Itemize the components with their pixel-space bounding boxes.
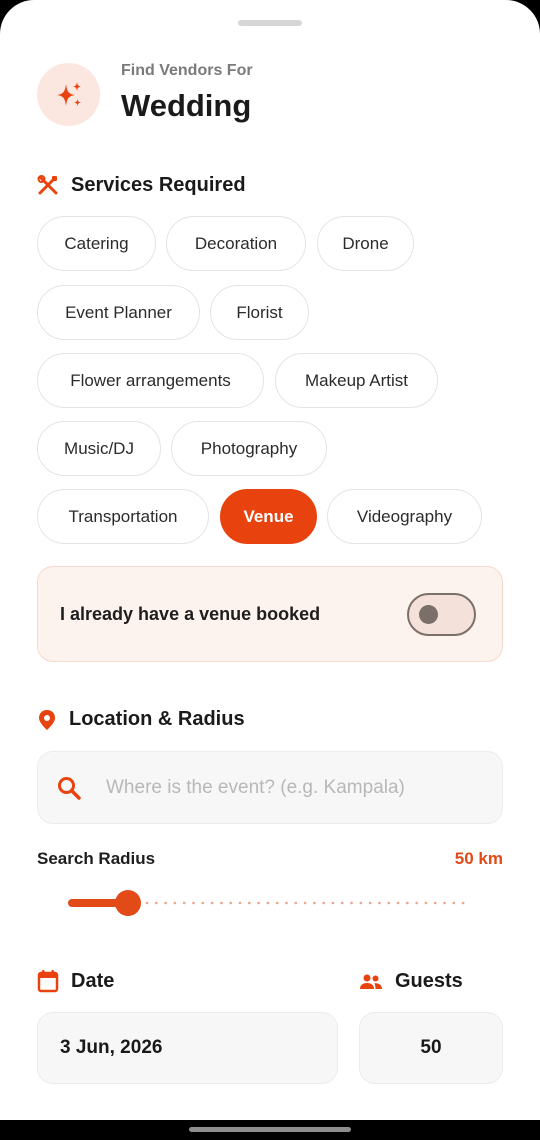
- chip-venue[interactable]: Venue: [220, 489, 317, 544]
- chip-label: Makeup Artist: [305, 370, 408, 390]
- chip-flower-arrangements[interactable]: Flower arrangements: [37, 353, 264, 408]
- chip-decoration[interactable]: Decoration: [166, 216, 306, 271]
- slider-thumb[interactable]: [115, 890, 141, 916]
- chip-photography[interactable]: Photography: [171, 421, 327, 476]
- guests-heading: Guests: [359, 970, 463, 993]
- date-heading-label: Date: [71, 969, 115, 992]
- chip-label: Florist: [236, 302, 283, 322]
- services-heading: Services Required: [37, 174, 246, 197]
- location-search-input[interactable]: [106, 776, 476, 799]
- chip-makeup-artist[interactable]: Makeup Artist: [275, 353, 438, 408]
- tools-icon: [37, 174, 58, 194]
- venue-booked-label: I already have a venue booked: [60, 604, 321, 624]
- guests-field[interactable]: 50: [359, 1012, 503, 1084]
- chip-drone[interactable]: Drone: [317, 216, 414, 271]
- toggle-knob: [419, 605, 438, 624]
- chip-label: Transportation: [68, 506, 178, 526]
- chip-transportation[interactable]: Transportation: [37, 489, 209, 544]
- chip-label: Drone: [342, 233, 389, 253]
- sheet-drag-handle[interactable]: [238, 20, 302, 26]
- venue-booked-card: I already have a venue booked: [37, 566, 503, 662]
- bottom-sheet: Find Vendors For Wedding Services Requir…: [0, 0, 540, 1120]
- chip-label: Catering: [64, 233, 129, 253]
- page-title: Wedding: [121, 88, 252, 123]
- date-heading: Date: [37, 969, 114, 993]
- chip-videography[interactable]: Videography: [327, 489, 482, 544]
- chip-music-dj[interactable]: Music/DJ: [37, 421, 161, 476]
- search-icon: [58, 776, 81, 800]
- chip-label: Venue: [243, 506, 294, 526]
- chip-florist[interactable]: Florist: [210, 285, 309, 340]
- radius-slider[interactable]: [68, 888, 470, 918]
- chip-label: Photography: [200, 438, 298, 458]
- sparkles-icon: [37, 63, 100, 126]
- system-home-indicator[interactable]: [189, 1127, 351, 1132]
- page-subtitle: Find Vendors For: [121, 62, 253, 79]
- chip-catering[interactable]: Catering: [37, 216, 156, 271]
- chip-label: Event Planner: [65, 302, 172, 322]
- search-radius-value: 50 km: [454, 849, 503, 868]
- guests-heading-label: Guests: [395, 970, 463, 992]
- chip-label: Flower arrangements: [70, 370, 231, 390]
- location-pin-icon: [39, 709, 55, 730]
- date-field[interactable]: 3 Jun, 2026: [37, 1012, 338, 1084]
- search-radius-label: Search Radius: [37, 849, 156, 868]
- guests-value: 50: [420, 1037, 442, 1058]
- date-value: 3 Jun, 2026: [60, 1037, 163, 1058]
- chip-label: Videography: [356, 506, 453, 526]
- location-heading-label: Location & Radius: [69, 708, 245, 730]
- location-search-field[interactable]: [37, 751, 503, 824]
- people-icon: [360, 974, 382, 989]
- chip-label: Decoration: [194, 233, 278, 253]
- venue-booked-toggle[interactable]: [407, 593, 476, 636]
- chip-event-planner[interactable]: Event Planner: [37, 285, 200, 340]
- calendar-icon: [37, 970, 59, 993]
- services-heading-label: Services Required: [71, 174, 246, 196]
- location-heading: Location & Radius: [37, 708, 245, 731]
- chip-label: Music/DJ: [64, 438, 134, 458]
